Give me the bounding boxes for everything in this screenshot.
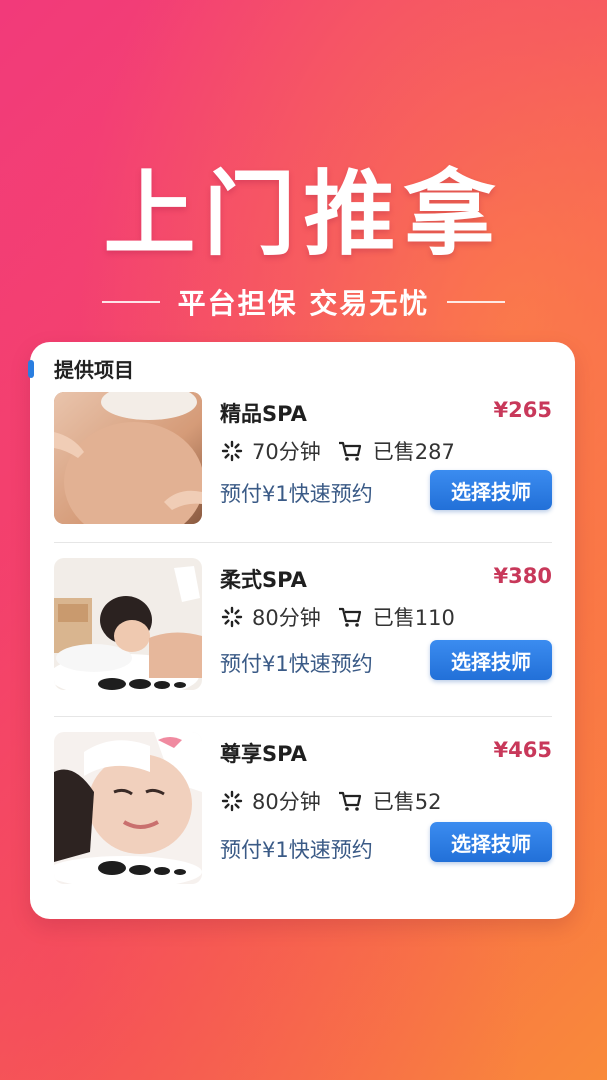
- clock-spinner-icon: [220, 789, 244, 813]
- heading-accent-bar: [28, 360, 34, 378]
- service-item[interactable]: 柔式SPA ¥380 80分钟 已售110 预付¥1快速预约 选择技师: [54, 556, 552, 716]
- service-photo[interactable]: [54, 392, 202, 524]
- service-photo[interactable]: [54, 558, 202, 690]
- clock-spinner-icon: [220, 439, 244, 463]
- prepay-note: 预付¥1快速预约: [220, 838, 373, 862]
- service-price: ¥265: [493, 398, 552, 422]
- divider: [54, 716, 552, 717]
- service-item[interactable]: 精品SPA ¥265 70分钟 已售287 预付¥1快速预约 选择技师: [54, 390, 552, 550]
- services-card: 提供项目 精品SPA ¥265 70分钟 已售287 预付¥1快速预约 选择技师…: [28, 342, 575, 919]
- service-meta: 70分钟 已售287: [220, 436, 455, 466]
- service-name: 精品SPA: [220, 402, 307, 426]
- service-name: 柔式SPA: [220, 568, 307, 592]
- service-price: ¥465: [493, 738, 552, 762]
- clock-spinner-icon: [220, 605, 244, 629]
- service-duration: 80分钟: [252, 606, 321, 630]
- subtitle-line-left: [101, 301, 160, 303]
- hero-title: 上门推拿: [103, 161, 504, 268]
- select-technician-button[interactable]: 选择技师: [430, 640, 552, 680]
- service-sold-count: 已售110: [372, 606, 455, 630]
- divider: [54, 542, 552, 543]
- select-technician-button[interactable]: 选择技师: [430, 470, 552, 510]
- service-name: 尊享SPA: [220, 742, 307, 766]
- service-duration: 80分钟: [252, 790, 321, 814]
- service-sold-count: 已售52: [372, 790, 442, 814]
- service-price: ¥380: [493, 564, 552, 588]
- service-sold-count: 已售287: [372, 440, 455, 464]
- card-heading: 提供项目: [54, 358, 134, 382]
- prepay-note: 预付¥1快速预约: [220, 652, 373, 676]
- subtitle-row: 平台担保 交易无忧: [0, 282, 607, 322]
- service-meta: 80分钟 已售110: [220, 602, 455, 632]
- service-duration: 70分钟: [252, 440, 321, 464]
- cart-icon: [337, 789, 363, 813]
- cart-icon: [337, 605, 363, 629]
- service-photo[interactable]: [54, 732, 202, 884]
- service-item[interactable]: 尊享SPA ¥465 80分钟 已售52 预付¥1快速预约 选择技师: [54, 730, 552, 890]
- prepay-note: 预付¥1快速预约: [220, 482, 373, 506]
- select-technician-button[interactable]: 选择技师: [430, 822, 552, 862]
- service-meta: 80分钟 已售52: [220, 786, 441, 816]
- subtitle-line-right: [447, 301, 506, 303]
- hero-subtitle: 平台担保 交易无忧: [177, 287, 430, 320]
- cart-icon: [337, 439, 363, 463]
